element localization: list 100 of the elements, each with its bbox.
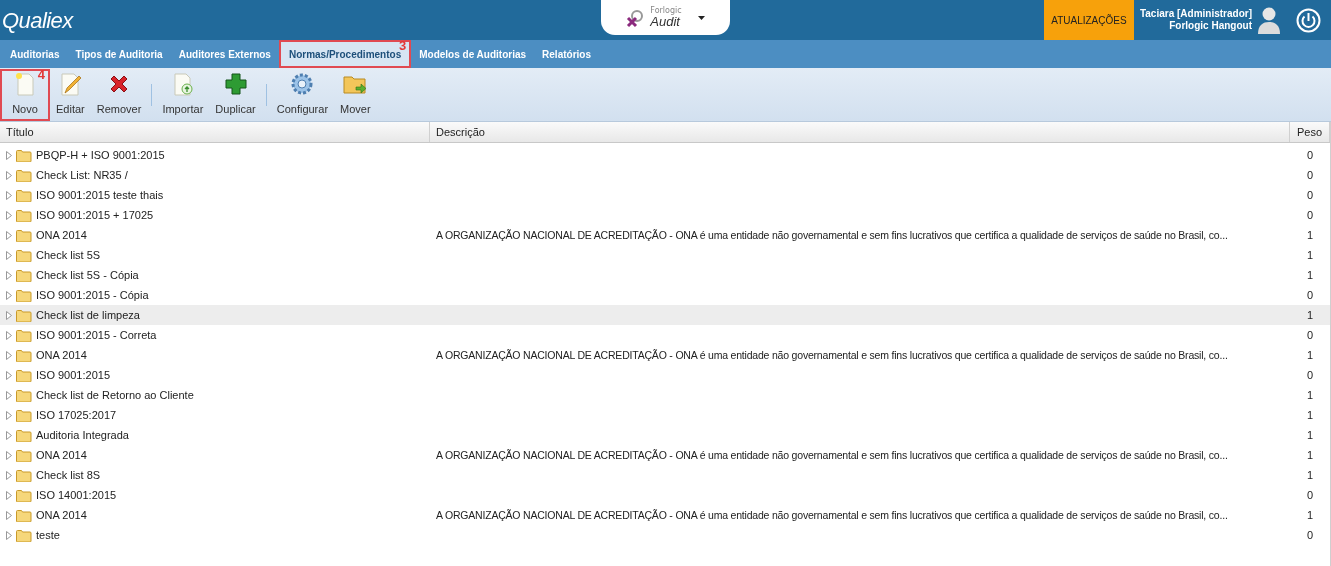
row-peso: 1 <box>1306 427 1314 443</box>
table-row[interactable]: Check list de Retorno ao Cliente 1 <box>0 385 1330 405</box>
folder-icon <box>16 408 32 422</box>
folder-icon <box>16 168 32 182</box>
callout-number: 3 <box>398 39 407 52</box>
row-peso: 0 <box>1306 187 1314 203</box>
row-title: Auditoria Integrada <box>36 427 129 443</box>
toolbar-button[interactable]: Remover <box>90 68 148 121</box>
row-peso: 0 <box>1306 487 1314 503</box>
table-row[interactable]: ISO 9001:2015 0 <box>0 365 1330 385</box>
row-peso: 0 <box>1306 367 1314 383</box>
row-title: ONA 2014 <box>36 507 87 523</box>
nav-tab[interactable]: Tipos de Auditoria <box>67 40 171 68</box>
table-row[interactable]: ISO 9001:2015 - Correta 0 <box>0 325 1330 345</box>
caret-icon <box>697 15 705 20</box>
toolbar-button[interactable]: Configurar <box>270 68 335 121</box>
power-icon[interactable] <box>1296 7 1321 33</box>
row-description: A ORGANIZAÇÃO NACIONAL DE ACREDITAÇÃO - ONA é uma entidade não governamental e sem fins lucrativos que certifica a qualidade de serviços de saúde no Brasil, co... <box>436 448 1228 461</box>
row-peso: 1 <box>1306 507 1314 523</box>
folder-icon <box>16 248 32 262</box>
folder-icon <box>16 348 32 362</box>
folder-icon <box>16 288 32 302</box>
row-title: Check List: NR35 / <box>36 167 128 183</box>
table-row[interactable]: Check list 5S - Cópia 1 <box>0 265 1330 285</box>
user-name: Taciara [Administrador] <box>1139 8 1252 20</box>
toolbar-button[interactable]: Novo 4 <box>0 68 50 121</box>
folder-icon <box>16 468 32 482</box>
row-title: ISO 9001:2015 + 17025 <box>36 207 154 223</box>
plus-icon <box>222 71 249 98</box>
nav-tab[interactable]: Auditorias <box>2 40 68 68</box>
row-peso: 0 <box>1306 527 1314 543</box>
table-row[interactable]: ONA 2014 A ORGANIZAÇÃO NACIONAL DE ACREDITAÇÃO - ONA é uma entidade não governamental e sem fins lucrativos que certifica a qualidade de serviços de saúde no Brasil, co... 1 <box>0 225 1330 245</box>
folder-icon <box>16 508 32 522</box>
row-title: ISO 9001:2015 <box>36 367 110 383</box>
folder-icon <box>16 328 32 342</box>
table-row[interactable]: PBQP-H + ISO 9001:2015 0 <box>0 145 1330 165</box>
table-row[interactable]: ONA 2014 A ORGANIZAÇÃO NACIONAL DE ACREDITAÇÃO - ONA é uma entidade não governamental e sem fins lucrativos que certifica a qualidade de serviços de saúde no Brasil, co... 1 <box>0 445 1330 465</box>
row-title: Check list de limpeza <box>36 307 140 323</box>
folder-icon <box>16 208 32 222</box>
row-description: A ORGANIZAÇÃO NACIONAL DE ACREDITAÇÃO - ONA é uma entidade não governamental e sem fins lucrativos que certifica a qualidade de serviços de saúde no Brasil, co... <box>436 508 1228 521</box>
row-title: Check list 8S <box>36 467 101 483</box>
nav-tab[interactable]: Auditores Externos <box>170 40 279 68</box>
updates-button[interactable]: ATUALIZAÇÕES <box>1043 0 1134 40</box>
row-peso: 1 <box>1306 247 1314 263</box>
row-peso: 1 <box>1306 387 1314 403</box>
row-title: Check list 5S - Cópia <box>36 267 139 283</box>
toolbar-button[interactable]: Editar <box>50 68 91 121</box>
row-title: ISO 9001:2015 teste thais <box>36 187 164 203</box>
table-row[interactable]: teste 0 <box>0 525 1330 545</box>
row-peso: 1 <box>1306 407 1314 423</box>
row-title: ONA 2014 <box>36 227 87 243</box>
column-header[interactable]: Peso <box>1290 122 1330 142</box>
table-row[interactable]: Check List: NR35 / 0 <box>0 165 1330 185</box>
folder-icon <box>16 388 32 402</box>
folder-icon <box>16 308 32 322</box>
row-peso: 1 <box>1306 347 1314 363</box>
product-brand: Forlogic <box>650 7 682 15</box>
row-title: ISO 14001:2015 <box>36 487 117 503</box>
row-title: ONA 2014 <box>36 347 87 363</box>
toolbar-button[interactable]: Duplicar <box>209 68 262 121</box>
row-peso: 0 <box>1306 167 1314 183</box>
row-peso: 0 <box>1306 327 1314 343</box>
table-row[interactable]: Check list 5S 1 <box>0 245 1330 265</box>
folder-icon <box>16 448 32 462</box>
row-description: A ORGANIZAÇÃO NACIONAL DE ACREDITAÇÃO - ONA é uma entidade não governamental e sem fins lucrativos que certifica a qualidade de serviços de saúde no Brasil, co... <box>436 228 1228 241</box>
column-header[interactable]: Título <box>0 122 430 142</box>
table-row[interactable]: Check list de limpeza 1 <box>0 305 1330 325</box>
table-row[interactable]: Check list 8S 1 <box>0 465 1330 485</box>
toolbar-button[interactable]: Mover <box>334 68 377 121</box>
table-row[interactable]: ISO 14001:2015 0 <box>0 485 1330 505</box>
row-peso: 0 <box>1306 147 1314 163</box>
callout-number: 4 <box>37 67 45 81</box>
nav-tab[interactable]: Modelos de Auditorias <box>411 40 535 68</box>
product-switcher[interactable]: Forlogic Audit <box>601 0 730 35</box>
nav-tab[interactable]: Relatórios <box>534 40 599 68</box>
table-row[interactable]: ISO 9001:2015 + 17025 0 <box>0 205 1330 225</box>
table-row[interactable]: ONA 2014 A ORGANIZAÇÃO NACIONAL DE ACREDITAÇÃO - ONA é uma entidade não governamental e sem fins lucrativos que certifica a qualidade de serviços de saúde no Brasil, co... 1 <box>0 505 1330 525</box>
table-row[interactable]: Auditoria Integrada 1 <box>0 425 1330 445</box>
row-title: ISO 9001:2015 - Cópia <box>36 287 149 303</box>
toolbar-button[interactable]: Importar <box>156 68 210 121</box>
folder-icon <box>16 368 32 382</box>
table-row[interactable]: ISO 17025:2017 1 <box>0 405 1330 425</box>
folder-icon <box>16 228 32 242</box>
qualiex-logo: Qualiex <box>2 6 73 35</box>
row-title: Check list de Retorno ao Cliente <box>36 387 194 403</box>
table-row[interactable]: ONA 2014 A ORGANIZAÇÃO NACIONAL DE ACREDITAÇÃO - ONA é uma entidade não governamental e sem fins lucrativos que certifica a qualidade de serviços de saúde no Brasil, co... 1 <box>0 345 1330 365</box>
user-avatar-icon <box>1257 6 1281 34</box>
row-title: Check list 5S <box>36 247 101 263</box>
row-peso: 1 <box>1306 467 1314 483</box>
row-peso: 1 <box>1306 267 1314 283</box>
folder-icon <box>16 268 32 282</box>
table-row[interactable]: ISO 9001:2015 teste thais 0 <box>0 185 1330 205</box>
folder-icon <box>16 488 32 502</box>
table-row[interactable]: ISO 9001:2015 - Cópia 0 <box>0 285 1330 305</box>
row-peso: 0 <box>1306 287 1314 303</box>
row-peso: 1 <box>1306 227 1314 243</box>
folder-icon <box>16 148 32 162</box>
column-header[interactable]: Descrição <box>430 122 1290 142</box>
organization-name: Forlogic Hangout <box>1169 20 1252 32</box>
row-description: A ORGANIZAÇÃO NACIONAL DE ACREDITAÇÃO - ONA é uma entidade não governamental e sem fins lucrativos que certifica a qualidade de serviços de saúde no Brasil, co... <box>436 348 1228 361</box>
